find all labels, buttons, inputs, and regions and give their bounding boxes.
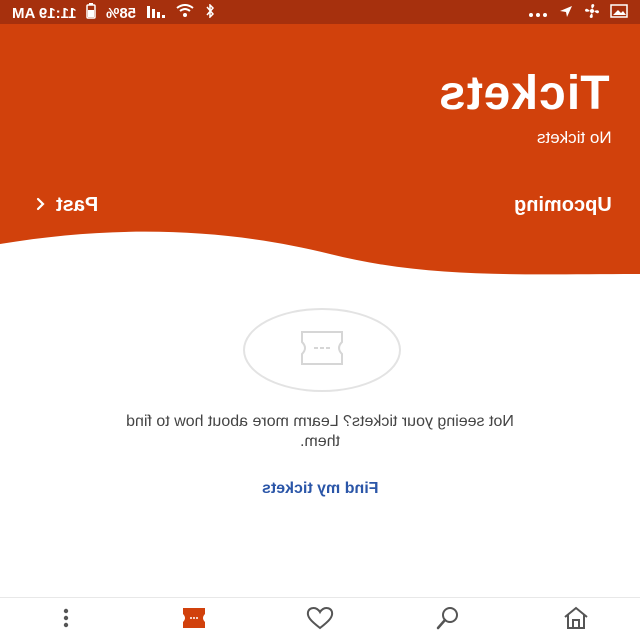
sync-icon	[558, 3, 574, 23]
ticket-icon	[181, 606, 207, 635]
tab-past-label: Past	[56, 194, 99, 216]
tab-upcoming[interactable]: Upcoming	[514, 194, 612, 217]
signal-icon	[146, 4, 165, 22]
bluetooth-icon	[205, 3, 215, 22]
battery-icon	[86, 3, 97, 23]
status-bar: 11:19 AM 58%	[0, 0, 640, 24]
nav-search-button[interactable]	[428, 604, 468, 636]
nav-home-button[interactable]	[556, 604, 596, 636]
nav-tickets-button[interactable]	[174, 604, 214, 636]
status-bar-left: 11:19 AM 58%	[12, 3, 215, 23]
more-icon	[528, 5, 548, 22]
wifi-icon	[175, 4, 195, 22]
image-icon	[610, 4, 628, 22]
tickets-count-label: No tickets	[537, 128, 612, 147]
more-icon	[62, 607, 70, 634]
bottom-navigation	[0, 597, 640, 641]
page-title: Tickets	[438, 67, 610, 120]
heart-icon	[305, 605, 335, 636]
status-time: 11:19 AM	[12, 4, 77, 22]
battery-percent: 58%	[106, 4, 137, 22]
chevron-icon	[36, 194, 46, 217]
nav-more-button[interactable]	[46, 604, 86, 636]
search-icon	[434, 605, 462, 636]
home-icon	[562, 605, 590, 636]
tickets-header: Tickets No tickets Upcoming Past	[0, 24, 640, 324]
nav-likes-button[interactable]	[300, 604, 340, 636]
find-my-tickets-link[interactable]: Find my tickets	[190, 480, 450, 498]
empty-state-message: Not seeing your tickets? Learm more abou…	[126, 413, 514, 450]
tab-upcoming-label: Upcoming	[514, 194, 612, 216]
ticket-icon	[296, 328, 348, 373]
fan-icon	[584, 3, 600, 23]
status-bar-right	[528, 3, 628, 23]
empty-state-icon-circle	[243, 308, 401, 392]
tab-past[interactable]: Past	[36, 194, 98, 217]
